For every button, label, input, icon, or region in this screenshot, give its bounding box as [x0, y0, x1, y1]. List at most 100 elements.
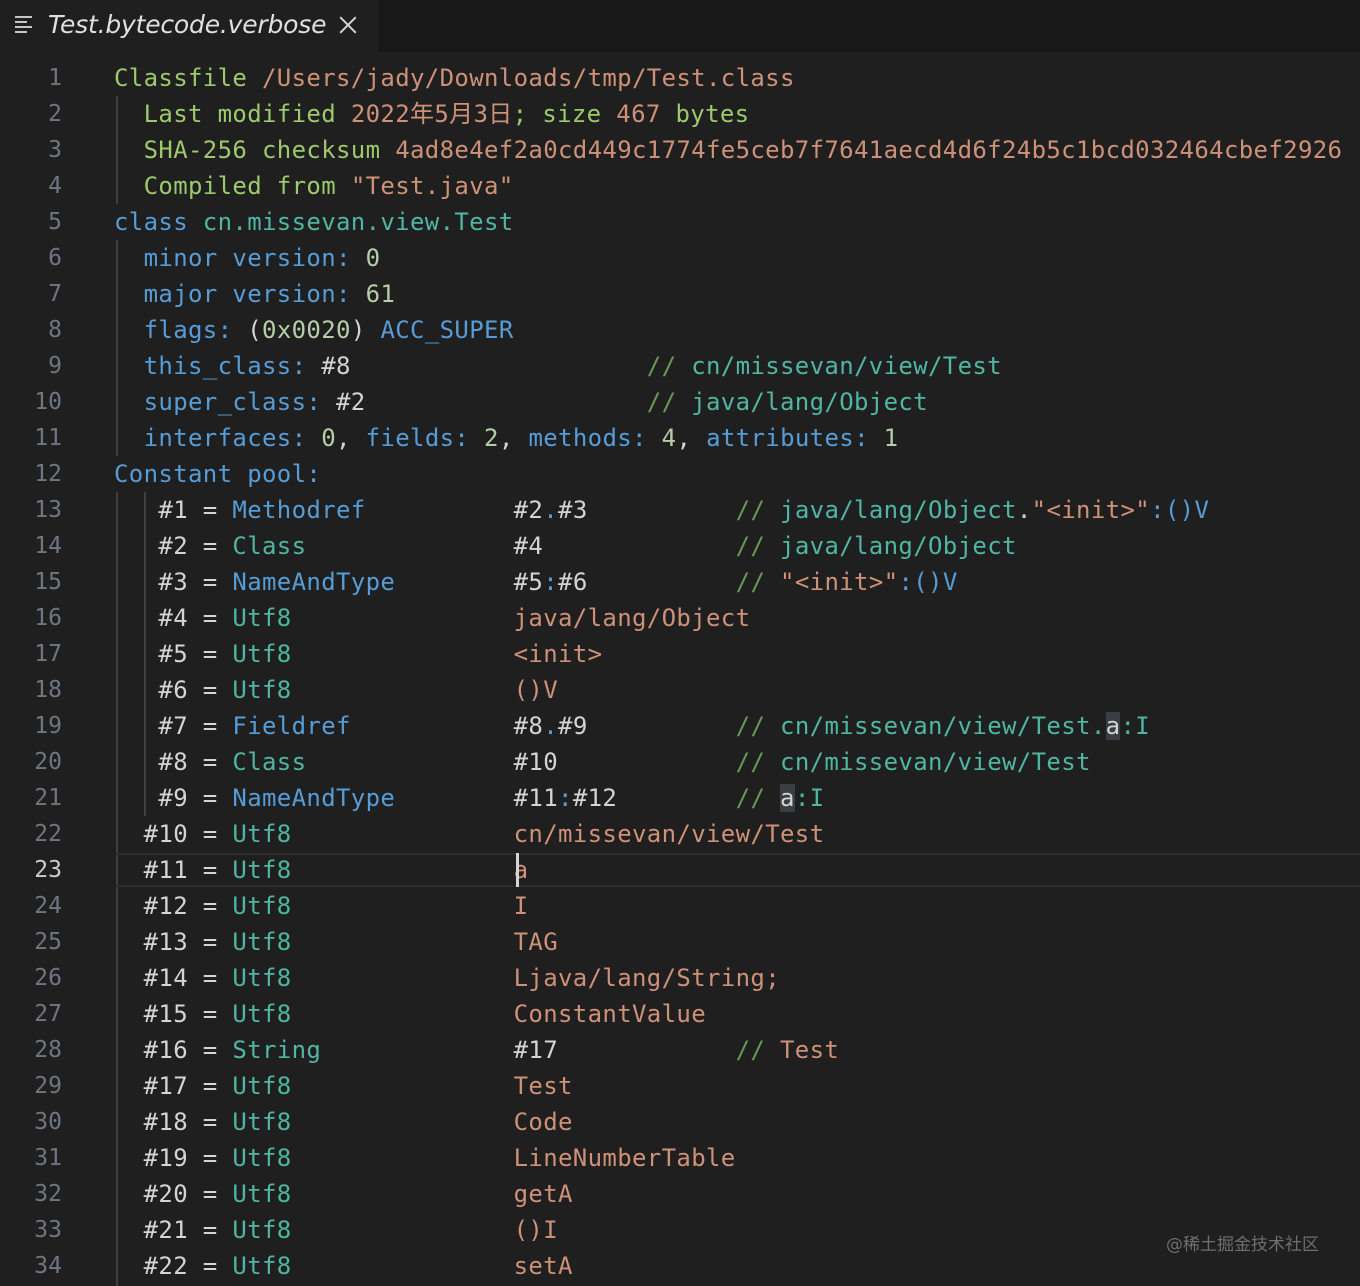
- code-line[interactable]: 11 interfaces: 0, fields: 2, methods: 4,…: [0, 420, 1360, 456]
- code-token: cn/missevan/view/Test.: [780, 712, 1106, 740]
- line-number: 21: [34, 785, 62, 811]
- code-line[interactable]: 9 this_class: #8 // cn/missevan/view/Tes…: [0, 348, 1360, 384]
- code-token: 467: [616, 100, 661, 128]
- code-line[interactable]: 7 major version: 61: [0, 276, 1360, 312]
- line-number: 4: [48, 173, 62, 199]
- line-number: 31: [34, 1145, 62, 1171]
- line-code: this_class: #8 // cn/missevan/view/Test: [114, 348, 1002, 384]
- code-token: 4: [661, 424, 677, 452]
- line-number: 16: [34, 605, 62, 631]
- line-number: 27: [34, 1001, 62, 1027]
- line-code: #1 = Methodref #2.#3 // java/lang/Object…: [114, 492, 1209, 528]
- code-line[interactable]: 21 #9 = NameAndType #11:#12 // a:I: [0, 780, 1360, 816]
- code-token: Test: [780, 1036, 840, 1064]
- code-line[interactable]: 4 Compiled from "Test.java": [0, 168, 1360, 204]
- code-editor[interactable]: 1 Classfile /Users/jady/Downloads/tmp/Tes…: [0, 60, 1360, 1286]
- code-line[interactable]: 15 #3 = NameAndType #5:#6 // "<init>":()…: [0, 564, 1360, 600]
- code-line[interactable]: 33 #21 = Utf8 ()I: [0, 1212, 1360, 1248]
- code-token: #22 =: [114, 1252, 233, 1280]
- code-token: #9 =: [114, 784, 233, 812]
- code-token: #8 =: [114, 748, 233, 776]
- code-token: ACC_SUPER: [380, 316, 514, 344]
- code-line[interactable]: 25 #13 = Utf8 TAG: [0, 924, 1360, 960]
- code-token: Test: [513, 1072, 573, 1100]
- line-number: 23: [34, 857, 62, 883]
- code-line[interactable]: 10 super_class: #2 // java/lang/Object: [0, 384, 1360, 420]
- code-token: cn.missevan.view.Test: [202, 208, 514, 236]
- close-icon[interactable]: [337, 14, 359, 36]
- code-token: Utf8: [232, 964, 292, 992]
- line-number: 24: [34, 893, 62, 919]
- code-token: minor version:: [143, 244, 366, 272]
- code-token: NameAndType: [232, 784, 396, 812]
- code-line[interactable]: 28 #16 = String #17 // Test: [0, 1032, 1360, 1068]
- code-token: String: [232, 1036, 322, 1064]
- code-line[interactable]: 20 #8 = Class #10 // cn/missevan/view/Te…: [0, 744, 1360, 780]
- code-token: Class: [232, 748, 307, 776]
- code-line[interactable]: 24 #12 = Utf8 I: [0, 888, 1360, 924]
- code-line[interactable]: 32 #20 = Utf8 getA: [0, 1176, 1360, 1212]
- code-line[interactable]: 30 #18 = Utf8 Code: [0, 1104, 1360, 1140]
- code-line[interactable]: 5 class cn.missevan.view.Test: [0, 204, 1360, 240]
- code-token: //: [735, 748, 781, 776]
- code-token: Utf8: [232, 1072, 292, 1100]
- code-token: ; size: [512, 100, 617, 128]
- code-token: //: [735, 712, 781, 740]
- code-token: #17: [513, 1036, 558, 1064]
- code-token: #2: [336, 388, 366, 416]
- code-line[interactable]: 34 #22 = Utf8 setA: [0, 1248, 1360, 1284]
- code-token: :()V: [1150, 496, 1210, 524]
- code-line[interactable]: 12 Constant pool:: [0, 456, 1360, 492]
- code-line[interactable]: 14 #2 = Class #4 // java/lang/Object: [0, 528, 1360, 564]
- code-line[interactable]: 16 #4 = Utf8 java/lang/Object: [0, 600, 1360, 636]
- code-token: java/lang/Object: [691, 388, 928, 416]
- code-token: 4ad8e4ef2a0cd449c1774fe5ceb7f7641aecd4d6…: [395, 136, 1343, 164]
- code-token: interfaces:: [143, 424, 322, 452]
- line-code: Last modified 2022年5月3日; size 467 bytes: [114, 96, 750, 132]
- code-token: 0: [365, 244, 381, 272]
- code-token: #19 =: [114, 1144, 233, 1172]
- code-line[interactable]: 27 #15 = Utf8 ConstantValue: [0, 996, 1360, 1032]
- line-number: 30: [34, 1109, 62, 1135]
- code-token: #14 =: [114, 964, 233, 992]
- line-code: #22 = Utf8 setA: [114, 1248, 573, 1284]
- code-token: java/lang/Object: [780, 532, 1017, 560]
- line-number: 25: [34, 929, 62, 955]
- code-token: //: [735, 784, 781, 812]
- code-line[interactable]: 1 Classfile /Users/jady/Downloads/tmp/Tes…: [0, 60, 1360, 96]
- code-token: class: [114, 208, 203, 236]
- code-token: ()I: [513, 1216, 559, 1244]
- code-line[interactable]: 13 #1 = Methodref #2.#3 // java/lang/Obj…: [0, 492, 1360, 528]
- code-token: attributes:: [706, 424, 884, 452]
- line-number: 12: [34, 461, 62, 487]
- code-token: #11 =: [114, 856, 233, 884]
- code-token: "<init>": [780, 568, 899, 596]
- code-line[interactable]: 17 #5 = Utf8 <init>: [0, 636, 1360, 672]
- code-token: #17 =: [114, 1072, 233, 1100]
- line-number: 20: [34, 749, 62, 775]
- code-line[interactable]: 26 #14 = Utf8 Ljava/lang/String;: [0, 960, 1360, 996]
- line-number: 26: [34, 965, 62, 991]
- line-code: #10 = Utf8 cn/missevan/view/Test: [114, 816, 824, 852]
- code-token: Fieldref: [232, 712, 351, 740]
- code-line[interactable]: 29 #17 = Utf8 Test: [0, 1068, 1360, 1104]
- code-line[interactable]: 2 Last modified 2022年5月3日; size 467 byte…: [0, 96, 1360, 132]
- code-line[interactable]: 6 minor version: 0: [0, 240, 1360, 276]
- code-line[interactable]: 8 flags: (0x0020) ACC_SUPER: [0, 312, 1360, 348]
- code-line[interactable]: 19 #7 = Fieldref #8.#9 // cn/missevan/vi…: [0, 708, 1360, 744]
- code-token: #18 =: [114, 1108, 233, 1136]
- code-line[interactable]: 22 #10 = Utf8 cn/missevan/view/Test: [0, 816, 1360, 852]
- code-token: #20 =: [114, 1180, 233, 1208]
- code-line[interactable]: 31 #19 = Utf8 LineNumberTable: [0, 1140, 1360, 1176]
- code-token: "Test.java": [350, 172, 514, 200]
- code-token: #10: [513, 748, 559, 776]
- code-line[interactable]: 23 #11 = Utf8 a: [0, 852, 1360, 888]
- tab-test-bytecode-verbose[interactable]: Test.bytecode.verbose: [0, 0, 378, 52]
- code-line[interactable]: 3 SHA-256 checksum 4ad8e4ef2a0cd449c1774…: [0, 132, 1360, 168]
- code-line[interactable]: 18 #6 = Utf8 ()V: [0, 672, 1360, 708]
